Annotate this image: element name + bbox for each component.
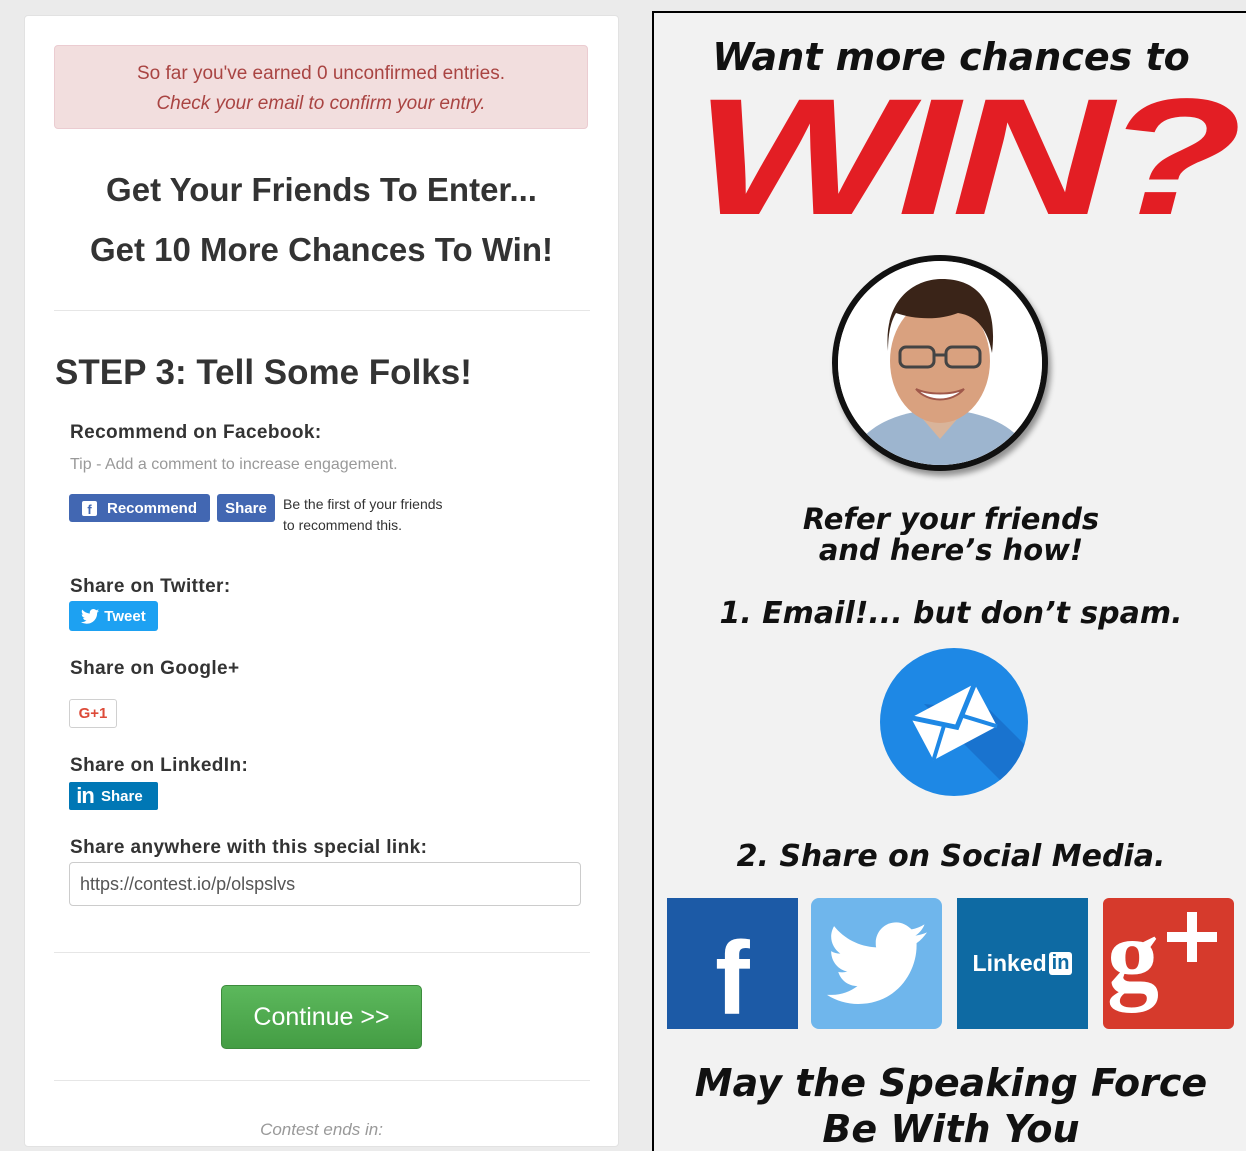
headline-line2: Get 10 More Chances To Win! (90, 231, 553, 268)
facebook-share-button[interactable]: Share (217, 494, 275, 522)
promo-step1: 1. Email!... but don’t spam. (719, 596, 1183, 631)
promo-win-text: WIN? (694, 65, 1242, 250)
facebook-icon: f (81, 500, 97, 516)
tweet-label: Tweet (104, 607, 146, 625)
promo-refer-line1: Refer your friends (802, 502, 1100, 536)
tweet-button[interactable]: Tweet (69, 601, 158, 631)
alert-entries-text: So far you've earned 0 unconfirmed entri… (136, 63, 505, 84)
facebook-share-label: Share (225, 499, 267, 517)
facebook-label: Recommend on Facebook: (70, 422, 322, 443)
linkedin-tile-text: Linked (972, 950, 1047, 976)
unconfirmed-entries-alert: So far you've earned 0 unconfirmed entri… (54, 45, 588, 129)
contest-ends-label: Contest ends in: (260, 1120, 383, 1139)
linkedin-share-button[interactable]: in Share (69, 782, 158, 810)
promo-bottom-line2: Be With You (822, 1107, 1080, 1151)
headline-line1: Get Your Friends To Enter... (106, 171, 537, 208)
google-plus-one-button[interactable]: G+1 (69, 699, 117, 728)
special-link-input[interactable] (69, 862, 581, 906)
linkedin-label: Share on LinkedIn: (70, 755, 249, 776)
linkedin-share-label: Share (101, 787, 143, 805)
google-plus-tile-icon: g (1103, 898, 1234, 1029)
twitter-label: Share on Twitter: (70, 576, 231, 597)
linkedin-tile-icon: Linked in (957, 898, 1088, 1029)
step-title: STEP 3: Tell Some Folks! (55, 353, 472, 392)
facebook-social-text: Be the first of your friends to recommen… (283, 496, 443, 533)
divider (54, 310, 590, 311)
divider (54, 952, 590, 953)
alert-confirm-note: Check your email to confirm your entry. (156, 93, 486, 114)
facebook-tip: Tip - Add a comment to increase engageme… (70, 456, 398, 473)
promo-bottom-line1: May the Speaking Force (694, 1061, 1208, 1105)
special-link-label: Share anywhere with this special link: (70, 837, 428, 858)
svg-text:g: g (1107, 898, 1159, 1013)
person-portrait-icon (838, 261, 1042, 465)
linkedin-icon: in (76, 783, 95, 808)
continue-button[interactable]: Continue >> (221, 985, 422, 1049)
facebook-recommend-button[interactable]: f Recommend (69, 494, 210, 522)
linkedin-tile-in: in (1048, 952, 1073, 975)
divider (54, 1080, 590, 1081)
twitter-bird-icon (81, 608, 100, 624)
twitter-tile-icon (811, 898, 942, 1029)
google-label: Share on Google+ (70, 658, 240, 679)
entry-panel: So far you've earned 0 unconfirmed entri… (24, 15, 619, 1147)
promo-refer-line2: and here’s how! (818, 533, 1084, 567)
email-icon (880, 648, 1028, 796)
facebook-recommend-label: Recommend (106, 499, 198, 517)
promo-step2: 2. Share on Social Media. (736, 839, 1166, 874)
promo-banner: Want more chances to WIN? Refer your fri… (652, 11, 1246, 1151)
facebook-tile-icon: f (667, 898, 798, 1031)
host-avatar (832, 255, 1048, 471)
